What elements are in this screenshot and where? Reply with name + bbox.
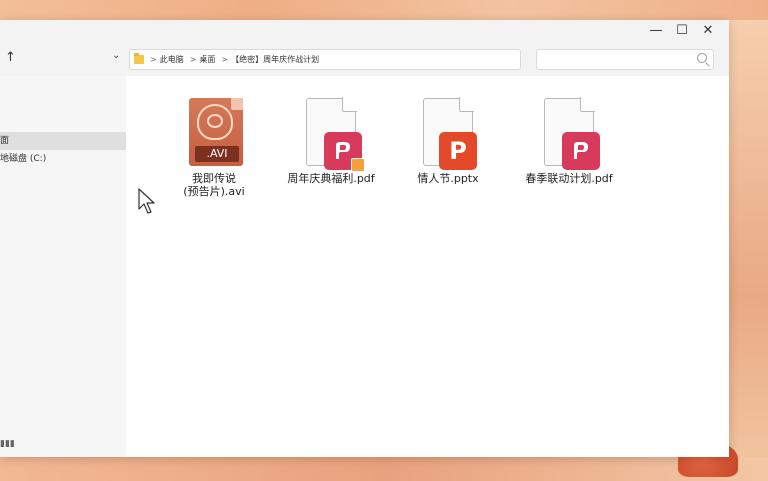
file-name: 情人节.pptx <box>393 172 503 185</box>
desktop-top-banner <box>0 0 768 22</box>
minimize-icon[interactable]: — <box>649 22 663 40</box>
file-name-line: 周年庆典福利.pdf <box>287 172 375 185</box>
file-name-line: 我即传说 <box>192 172 236 185</box>
mouse-pointer-icon <box>138 188 155 214</box>
pdf-glyph-icon <box>574 142 588 159</box>
breadcrumb-separator: > <box>221 55 229 64</box>
desktop-right-decoration <box>728 20 768 480</box>
page-fold <box>231 98 243 110</box>
breadcrumb-desktop[interactable]: 桌面 <box>199 54 215 65</box>
up-arrow-icon[interactable]: ↑ <box>5 50 16 65</box>
page-fold <box>342 97 357 112</box>
breadcrumb-separator: > <box>150 55 157 64</box>
navigation-pane: 面 地磁盘 (C:) ▮▮▮ <box>0 76 126 457</box>
file-item-avi[interactable]: .AVI 我即传说 (预告片).avi <box>159 98 269 198</box>
window-controls: — ☐ ✕ <box>649 22 715 40</box>
avi-extension-badge: .AVI <box>195 146 239 162</box>
file-name-line: 情人节.pptx <box>417 172 479 185</box>
file-explorer-window: — ☐ ✕ ↑ ⌄ > 此电脑 > 桌面 > 【绝密】周年庆作战计划 面 地磁盘… <box>0 20 729 457</box>
sidebar-item-label: 地磁盘 (C:) <box>0 154 47 164</box>
pptx-file-icon: P <box>423 97 477 170</box>
status-bar-view-icons[interactable]: ▮▮▮ <box>0 439 15 449</box>
address-bar[interactable]: > 此电脑 > 桌面 > 【绝密】周年庆作战计划 <box>129 49 521 70</box>
file-name-line: (预告片).avi <box>183 185 245 198</box>
file-name-line: 春季联动计划.pdf <box>525 172 613 185</box>
search-icon[interactable] <box>697 53 707 63</box>
folder-icon <box>134 53 144 64</box>
search-box[interactable] <box>536 49 714 70</box>
navigation-bar: ↑ ⌄ > 此电脑 > 桌面 > 【绝密】周年庆作战计划 <box>0 42 729 76</box>
page-fold <box>459 97 474 112</box>
pdf-file-icon <box>544 97 600 170</box>
sidebar-item-desktop[interactable]: 面 <box>0 132 126 150</box>
title-bar[interactable]: — ☐ ✕ <box>0 20 729 42</box>
page-fold <box>580 97 595 112</box>
powerpoint-logo-icon: P <box>439 132 477 170</box>
sidebar-item-local-disk-c[interactable]: 地磁盘 (C:) <box>0 150 126 168</box>
desktop-bottom-decoration <box>0 457 768 481</box>
pdf-logo-icon <box>562 132 600 170</box>
file-item-pdf-anniversary[interactable]: 周年庆典福利.pdf <box>276 97 386 185</box>
lock-icon <box>351 158 365 172</box>
snake-emblem-icon <box>197 104 233 140</box>
breadcrumb-current-folder[interactable]: 【绝密】周年庆作战计划 <box>231 54 319 65</box>
recent-locations-chevron-icon[interactable]: ⌄ <box>112 50 120 61</box>
file-name: 周年庆典福利.pdf <box>276 172 386 185</box>
avi-file-icon: .AVI <box>189 98 243 166</box>
breadcrumb-this-pc[interactable]: 此电脑 <box>160 54 184 65</box>
file-name: 我即传说 (预告片).avi <box>159 172 269 198</box>
file-item-pptx[interactable]: P 情人节.pptx <box>393 97 503 185</box>
file-item-pdf-spring[interactable]: 春季联动计划.pdf <box>514 97 624 185</box>
file-list-area[interactable]: .AVI 我即传说 (预告片).avi 周年庆典福利.pdf P 情人节.ppt… <box>126 76 729 457</box>
maximize-icon[interactable]: ☐ <box>675 22 689 40</box>
file-name: 春季联动计划.pdf <box>514 172 624 185</box>
sidebar-item-label: 面 <box>0 136 10 146</box>
breadcrumb-separator: > <box>189 55 197 64</box>
close-icon[interactable]: ✕ <box>701 22 715 40</box>
video-file-sheet: .AVI <box>189 98 243 166</box>
pdf-file-icon <box>306 97 365 172</box>
